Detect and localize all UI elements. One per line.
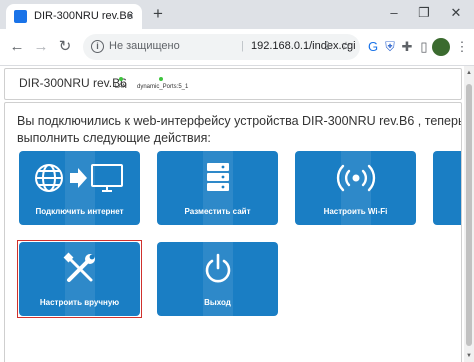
tab-strip: DIR-300NRU rev.B6 × + – ❐ ✕ bbox=[0, 0, 474, 29]
minimize-button[interactable]: – bbox=[384, 6, 404, 20]
lan-status-label: LAN bbox=[115, 84, 127, 90]
share-icon[interactable]: ⇪ bbox=[319, 39, 335, 53]
device-name: DIR-300NRU rev.B6 bbox=[19, 76, 127, 90]
lan-status-led bbox=[119, 77, 123, 81]
menu-kebab-icon[interactable]: ⋮ bbox=[453, 38, 471, 56]
tile-label: Подключить интернет bbox=[35, 207, 124, 216]
content-panel: Вы подключились к web-интерфейсу устройс… bbox=[4, 102, 462, 362]
globe-to-monitor-icon bbox=[19, 161, 140, 195]
intro-text: Вы подключились к web-интерфейсу устройс… bbox=[17, 114, 462, 145]
tile-label: Выход bbox=[204, 298, 231, 307]
restore-button[interactable]: ❐ bbox=[414, 6, 434, 20]
tile-connect-internet[interactable]: Подключить интернет bbox=[19, 151, 140, 225]
wan-status-label: dynamic_Ports:5_1 bbox=[137, 84, 189, 90]
tile-host-site[interactable]: Разместить сайт bbox=[157, 151, 278, 225]
tile-label: Настроить вручную bbox=[39, 298, 120, 307]
close-window-button[interactable]: ✕ bbox=[446, 6, 466, 20]
tab-close-icon[interactable]: × bbox=[126, 8, 134, 24]
wan-status-led bbox=[159, 77, 163, 81]
extensions-puzzle-icon[interactable]: ✚ bbox=[398, 38, 416, 56]
router-page: DIR-300NRU rev.B6 LAN dynamic_Ports:5_1 … bbox=[0, 66, 474, 362]
browser-toolbar: ← → ↻ i Не защищено | 192.168.0.1/index.… bbox=[0, 29, 474, 66]
server-icon bbox=[157, 161, 278, 195]
address-bar[interactable]: i Не защищено | 192.168.0.1/index.cgi ⇪ … bbox=[83, 34, 360, 60]
tile-setup-wifi[interactable]: Настроить Wi-Fi bbox=[295, 151, 416, 225]
router-header: DIR-300NRU rev.B6 LAN dynamic_Ports:5_1 bbox=[4, 68, 462, 100]
bookmark-star-icon[interactable]: ☆ bbox=[338, 39, 354, 53]
tile-manual-setup[interactable]: Настроить вручную bbox=[19, 242, 140, 316]
scroll-down-arrow-icon[interactable]: ▼ bbox=[466, 352, 472, 360]
scroll-thumb[interactable] bbox=[466, 84, 472, 346]
forward-button[interactable]: → bbox=[32, 38, 50, 56]
reload-button[interactable]: ↻ bbox=[56, 38, 74, 56]
tile-logout[interactable]: Выход bbox=[157, 242, 278, 316]
power-icon bbox=[157, 252, 278, 286]
address-separator: | bbox=[241, 40, 244, 52]
back-button[interactable]: ← bbox=[8, 38, 26, 56]
tab-favicon-icon bbox=[14, 10, 27, 23]
security-status[interactable]: Не защищено bbox=[109, 40, 180, 52]
wrench-screwdriver-icon bbox=[19, 252, 140, 286]
new-tab-button[interactable]: + bbox=[149, 5, 167, 23]
scroll-up-arrow-icon[interactable]: ▲ bbox=[466, 69, 472, 77]
translate-icon[interactable]: G bbox=[364, 38, 382, 56]
browser-tab-active[interactable]: DIR-300NRU rev.B6 × bbox=[6, 4, 142, 29]
tile-label: Разместить сайт bbox=[184, 207, 251, 216]
profile-avatar[interactable] bbox=[432, 38, 450, 56]
tile-label: Настроить Wi-Fi bbox=[323, 207, 388, 216]
info-icon[interactable]: i bbox=[91, 40, 104, 53]
tile-extra-partial[interactable] bbox=[433, 151, 461, 225]
tab-title: DIR-300NRU rev.B6 bbox=[34, 10, 133, 22]
side-panel-icon[interactable]: ▯ bbox=[415, 38, 433, 56]
wifi-broadcast-icon bbox=[295, 161, 416, 195]
security-shield-icon[interactable]: ⛨ bbox=[381, 38, 399, 56]
page-scrollbar[interactable]: ▲ ▼ bbox=[464, 66, 474, 362]
